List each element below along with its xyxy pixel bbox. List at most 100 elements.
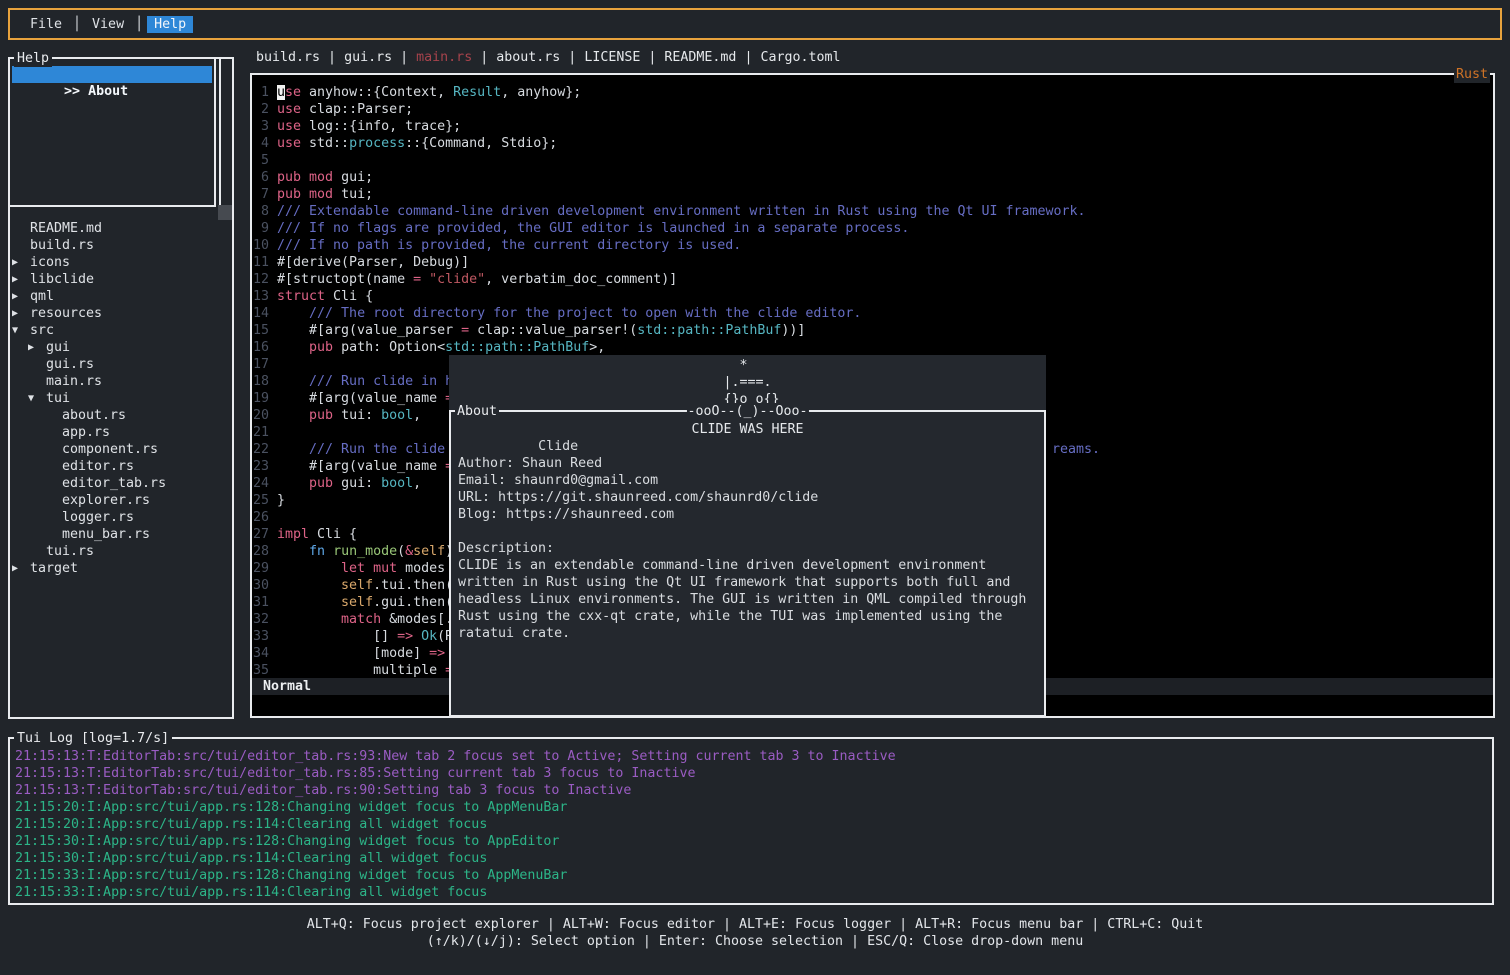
code-text: match &modes[.	[277, 611, 453, 628]
explorer-item-label: resources	[30, 305, 102, 322]
tab-gui-rs[interactable]: gui.rs	[344, 50, 392, 65]
code-line-16: 16 pub path: Option<std::path::PathBuf>,	[252, 339, 1493, 356]
line-number: 10	[253, 237, 269, 254]
code-text: [mode] =>	[277, 645, 445, 662]
menu-item-view[interactable]: View	[85, 16, 131, 33]
tab-separator: |	[736, 50, 760, 65]
tab-separator: |	[392, 50, 416, 65]
tab-main-rs[interactable]: main.rs	[416, 50, 472, 65]
line-number: 2	[253, 101, 269, 118]
about-app-name-row: Clide CLIDE WAS HERE	[451, 421, 1044, 438]
explorer-item-label: icons	[30, 254, 70, 271]
menu-item-file[interactable]: File	[23, 16, 69, 33]
explorer-item-label: gui	[46, 339, 70, 356]
about-popup-line: Author: Shaun Reed	[451, 455, 1044, 472]
explorer-item-label: editor_tab.rs	[62, 475, 166, 492]
about-popup-line: Email: shaunrd0@gmail.com	[451, 472, 1044, 489]
line-number: 30	[253, 577, 269, 594]
explorer-item-label: README.md	[30, 220, 102, 237]
tab-about-rs[interactable]: about.rs	[496, 50, 560, 65]
log-entry: 21:15:30:I:App:src/tui/app.rs:128:Changi…	[15, 833, 559, 850]
help-dropdown-item-about[interactable]: >> About	[12, 66, 212, 83]
editor-panel[interactable]: Rust 1use anyhow::{Context, Result, anyh…	[250, 73, 1495, 718]
editor-tab-bar: build.rs | gui.rs | main.rs | about.rs |…	[256, 49, 841, 66]
code-text: /// Extendable command-line driven devel…	[277, 203, 1086, 220]
line-number: 21	[253, 424, 269, 441]
folder-collapsed-icon[interactable]: ▶	[28, 339, 34, 356]
log-entry: 21:15:20:I:App:src/tui/app.rs:114:Cleari…	[15, 816, 487, 833]
line-number: 26	[253, 509, 269, 526]
folder-collapsed-icon[interactable]: ▶	[12, 288, 18, 305]
line-number: 15	[253, 322, 269, 339]
about-popup-line: Blog: https://shaunreed.com	[451, 506, 1044, 523]
about-popup-line: ratatui crate.	[451, 625, 1044, 642]
tab-README-md[interactable]: README.md	[664, 50, 736, 65]
folder-expanded-icon[interactable]: ▼	[12, 322, 18, 339]
line-number: 20	[253, 407, 269, 424]
about-popup-line: headless Linux environments. The GUI is …	[451, 591, 1044, 608]
code-text: pub mod gui;	[277, 169, 373, 186]
line-number: 34	[253, 645, 269, 662]
folder-collapsed-icon[interactable]: ▶	[12, 560, 18, 577]
code-text: fn run_mode(&self)	[277, 543, 453, 560]
line-number: 16	[253, 339, 269, 356]
tui-log-title: Tui Log [log=1.7/s]	[14, 730, 172, 747]
menu-bar: File│View│Help	[8, 8, 1502, 40]
explorer-item-label: tui.rs	[46, 543, 94, 560]
line-number: 24	[253, 475, 269, 492]
menu-item-help[interactable]: Help	[147, 16, 193, 33]
about-popup-line	[451, 438, 1044, 455]
line-number: 7	[253, 186, 269, 203]
folder-collapsed-icon[interactable]: ▶	[12, 271, 18, 288]
ascii-art: * |.===. {}o o{}	[449, 357, 1046, 408]
explorer-item-label: logger.rs	[62, 509, 134, 526]
app-root: File│View│Help README.md build.rs ▶ icons ▶ l…	[0, 0, 1510, 975]
explorer-item-label: app.rs	[62, 424, 110, 441]
folder-collapsed-icon[interactable]: ▶	[12, 254, 18, 271]
code-line-15: 15 #[arg(value_parser = clap::value_pars…	[252, 322, 1493, 339]
tab-LICENSE[interactable]: LICENSE	[584, 50, 640, 65]
folder-expanded-icon[interactable]: ▼	[28, 390, 34, 407]
explorer-scrollbar-thumb[interactable]	[218, 205, 232, 220]
language-badge: Rust	[1454, 66, 1490, 83]
tab-build-rs[interactable]: build.rs	[256, 50, 320, 65]
about-popup-box: About -ooO--(_)--Ooo- Clide CLIDE WAS HE…	[449, 410, 1046, 717]
code-text: pub mod tui;	[277, 186, 373, 203]
code-line-4: 4 use std::process::{Command, Stdio};	[252, 135, 1493, 152]
code-text: pub tui: bool,	[277, 407, 421, 424]
line-number: 29	[253, 560, 269, 577]
tui-log-panel[interactable]: Tui Log [log=1.7/s] 21:15:13:T:EditorTab…	[8, 737, 1494, 905]
text-cursor: u	[277, 85, 285, 100]
code-text: multiple =	[277, 662, 453, 679]
code-text: #[arg(value_parser = clap::value_parser!…	[277, 322, 805, 339]
tab-Cargo-toml[interactable]: Cargo.toml	[760, 50, 840, 65]
explorer-scrollbar-track[interactable]	[219, 59, 221, 205]
code-text: }	[277, 492, 285, 509]
code-line-11: 11#[derive(Parser, Debug)]	[252, 254, 1493, 271]
line-number: 3	[253, 118, 269, 135]
code-line-5: 5	[252, 152, 1493, 169]
code-line-6: 6pub mod gui;	[252, 169, 1493, 186]
code-text: /// Run the clide	[277, 441, 453, 458]
code-text: /// Run clide in h	[277, 373, 453, 390]
code-line-3: 3use log::{info, trace};	[252, 118, 1493, 135]
about-popup-line	[451, 523, 1044, 540]
about-popup-line: Description:	[451, 540, 1044, 557]
about-popup: * |.===. {}o o{} About -ooO--(_)--Ooo- C…	[449, 355, 1046, 717]
code-text: /// If no flags are provided, the GUI ed…	[277, 220, 909, 237]
line-number: 9	[253, 220, 269, 237]
line-number: 33	[253, 628, 269, 645]
keybind-help-line1: ALT+Q: Focus project explorer | ALT+W: F…	[0, 916, 1510, 933]
line-number: 8	[253, 203, 269, 220]
explorer-item-label: src	[30, 322, 54, 339]
code-line-10: 10/// If no path is provided, the curren…	[252, 237, 1493, 254]
line-number: 22	[253, 441, 269, 458]
code-line-14: 14 /// The root directory for the projec…	[252, 305, 1493, 322]
folder-collapsed-icon[interactable]: ▶	[12, 305, 18, 322]
explorer-item-label: about.rs	[62, 407, 126, 424]
code-text: let mut modes	[277, 560, 445, 577]
line-number: 4	[253, 135, 269, 152]
log-entry: 21:15:13:T:EditorTab:src/tui/editor_tab.…	[15, 748, 896, 765]
about-popup-line: Rust using the cxx-qt crate, while the T…	[451, 608, 1044, 625]
code-text: use std::process::{Command, Stdio};	[277, 135, 557, 152]
